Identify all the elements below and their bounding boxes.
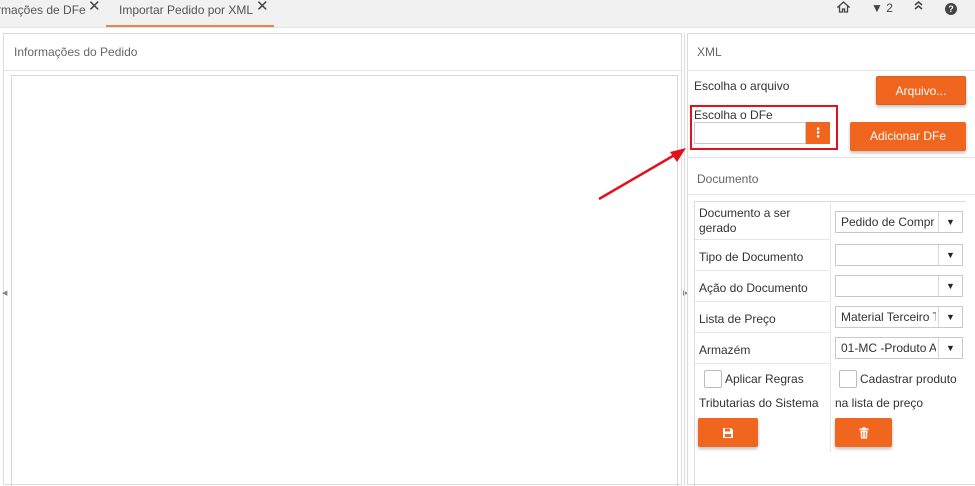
row-divider	[695, 332, 829, 333]
chevron-up-double-icon[interactable]	[911, 0, 925, 14]
panel-title: Informações do Pedido	[14, 45, 138, 59]
help-icon[interactable]: ?	[945, 3, 957, 15]
add-dfe-button[interactable]: Adicionar DFe	[850, 122, 966, 151]
close-icon[interactable]: ✕	[256, 0, 269, 16]
warehouse-label: Armazém	[699, 343, 751, 357]
panel-title: Documento	[697, 172, 759, 186]
apply-rules-label-line2: Tributarias do Sistema	[699, 396, 819, 410]
divider	[688, 157, 975, 158]
register-product-label: Cadastrar produto	[860, 372, 957, 386]
row-divider	[695, 301, 829, 302]
caret-down-icon: ▼	[938, 245, 962, 265]
select-value: Pedido de Compr	[841, 215, 935, 229]
apply-rules-checkbox[interactable]	[704, 370, 722, 388]
xml-panel: XML Escolha o arquivo Arquivo... Escolha…	[687, 33, 975, 486]
document-action-label: Ação do Documento	[699, 281, 808, 295]
tab-label: rmações de DFe	[0, 3, 86, 17]
highlight-box	[690, 105, 838, 150]
splitter-line	[684, 33, 685, 485]
save-button[interactable]	[698, 418, 758, 447]
close-icon[interactable]: ✕	[88, 0, 101, 16]
apply-rules-label: Aplicar Regras	[725, 372, 804, 386]
row-divider	[695, 270, 829, 271]
tab-label: Importar Pedido por XML	[119, 3, 254, 17]
caret-down-icon: ▼	[871, 1, 883, 15]
column-divider	[830, 202, 831, 452]
caret-down-icon: ▼	[938, 338, 962, 358]
save-icon	[722, 425, 734, 439]
order-info-content	[11, 75, 678, 486]
tab-informacoes-dfe[interactable]: rmações de DFe ✕	[0, 0, 104, 27]
divider	[4, 70, 681, 71]
home-icon[interactable]	[835, 1, 851, 16]
register-product-checkbox[interactable]	[839, 370, 857, 388]
row-divider	[695, 239, 829, 240]
caret-down-icon: ▼	[938, 212, 962, 232]
select-value: Material Terceiro T	[841, 310, 936, 324]
document-type-label: Documento a ser gerado	[699, 206, 791, 235]
register-product-label-line2: na lista de preço	[835, 396, 924, 410]
price-list-select[interactable]: Material Terceiro T ▼	[835, 306, 963, 328]
document-kind-label: Tipo de Documento	[699, 250, 804, 264]
row-divider	[695, 363, 829, 364]
choose-file-label: Escolha o arquivo	[694, 79, 790, 93]
select-value: 01-MC -Produto A	[841, 341, 936, 355]
order-info-panel: Informações do Pedido	[3, 33, 682, 486]
document-kind-select[interactable]: ▼	[835, 244, 963, 266]
tab-count: 2	[886, 1, 893, 15]
price-list-label: Lista de Preço	[699, 312, 776, 326]
trash-icon	[858, 425, 870, 439]
warehouse-select[interactable]: 01-MC -Produto A ▼	[835, 337, 963, 359]
panel-title: XML	[697, 45, 722, 59]
delete-button[interactable]	[835, 418, 892, 447]
splitter-left-arrow-icon[interactable]: ◀	[2, 289, 7, 297]
caret-down-icon: ▼	[938, 276, 962, 296]
file-button[interactable]: Arquivo...	[876, 76, 966, 105]
divider	[688, 70, 975, 71]
tab-bar: rmações de DFe ✕ Importar Pedido por XML…	[0, 0, 975, 28]
annotation-arrow-icon	[598, 148, 686, 201]
tab-importar-pedido-xml[interactable]: Importar Pedido por XML ✕	[106, 0, 274, 27]
document-action-select[interactable]: ▼	[835, 275, 963, 297]
tab-dropdown-button[interactable]: ▼ 2	[868, 1, 896, 15]
document-type-select[interactable]: Pedido de Compr ▼	[835, 211, 963, 233]
divider	[688, 194, 975, 195]
caret-down-icon: ▼	[938, 307, 962, 327]
